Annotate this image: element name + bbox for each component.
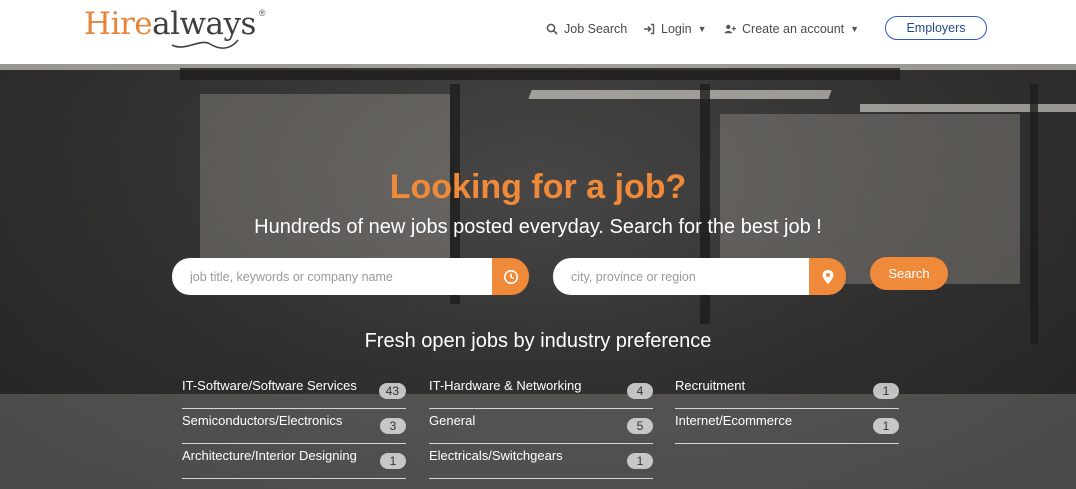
industry-count-badge: 4 <box>627 383 653 399</box>
keywords-input[interactable] <box>172 258 492 295</box>
industry-item[interactable]: Internet/Ecommerce 1 <box>675 409 899 444</box>
top-header: Hirealways ® Job Search Login ▼ Create a… <box>0 0 1076 64</box>
nav-login-label: Login <box>661 22 692 36</box>
location-search-box <box>553 258 809 295</box>
employers-button[interactable]: Employers <box>885 16 987 40</box>
industry-count-badge: 3 <box>380 418 406 434</box>
ceiling-light-panel <box>860 104 1076 112</box>
industry-count-badge: 43 <box>378 383 406 399</box>
industry-label: Recruitment <box>675 378 746 393</box>
map-pin-icon <box>822 269 833 284</box>
industry-count-badge: 5 <box>627 418 653 434</box>
hero-subline: Hundreds of new jobs posted everyday. Se… <box>254 216 822 238</box>
location-input[interactable] <box>553 258 809 295</box>
industry-label: Internet/Ecommerce <box>675 413 793 428</box>
industry-label: Electricals/Switchgears <box>429 448 563 463</box>
search-icon <box>546 23 558 35</box>
ceiling-beam <box>180 68 900 80</box>
sign-in-icon <box>644 23 655 35</box>
industry-count-badge: 1 <box>627 453 653 469</box>
clock-icon <box>503 269 518 284</box>
industry-section-title: Fresh open jobs by industry preference <box>364 330 712 352</box>
industry-label: IT-Software/Software Services <box>182 378 357 393</box>
registered-mark: ® <box>258 8 266 18</box>
industry-item[interactable]: IT-Hardware & Networking 4 <box>429 374 653 409</box>
industry-item[interactable]: IT-Software/Software Services 43 <box>182 374 406 409</box>
logo-text-re: re <box>119 6 153 42</box>
logo-text-hi: Hi <box>84 6 120 42</box>
logo-swirl <box>171 39 239 49</box>
industry-item[interactable]: Architecture/Interior Designing 1 <box>182 444 406 479</box>
location-icon-button[interactable] <box>809 258 846 295</box>
industry-label: Architecture/Interior Designing <box>182 448 357 463</box>
nav-job-search-label: Job Search <box>564 22 628 36</box>
industry-count-badge: 1 <box>873 383 899 399</box>
search-button[interactable]: Search <box>870 257 948 290</box>
chevron-down-icon: ▼ <box>697 24 707 34</box>
industry-item[interactable]: Semiconductors/Electronics 3 <box>182 409 406 444</box>
industry-label: IT-Hardware & Networking <box>429 378 582 393</box>
keywords-search-box <box>172 258 492 295</box>
industry-label: General <box>429 413 476 428</box>
nav-create-account-label: Create an account <box>742 22 845 36</box>
user-plus-icon <box>724 24 736 34</box>
hero-headline: Looking for a job? <box>389 168 687 206</box>
chevron-down-icon: ▼ <box>850 24 860 34</box>
ceiling-light-panel <box>528 90 832 99</box>
window-frame <box>1030 84 1038 344</box>
keywords-icon-button[interactable] <box>492 258 529 295</box>
hero-section: Looking for a job? Hundreds of new jobs … <box>0 64 1076 489</box>
industry-item[interactable]: General 5 <box>429 409 653 444</box>
nav-create-account[interactable]: Create an account ▼ <box>724 0 859 58</box>
industry-item[interactable]: Recruitment 1 <box>675 374 899 409</box>
industry-item[interactable]: Electricals/Switchgears 1 <box>429 444 653 479</box>
nav-login[interactable]: Login ▼ <box>643 0 707 58</box>
nav-job-search[interactable]: Job Search <box>546 0 627 58</box>
industry-label: Semiconductors/Electronics <box>182 413 343 428</box>
industry-count-badge: 1 <box>873 418 899 434</box>
industry-count-badge: 1 <box>380 453 406 469</box>
